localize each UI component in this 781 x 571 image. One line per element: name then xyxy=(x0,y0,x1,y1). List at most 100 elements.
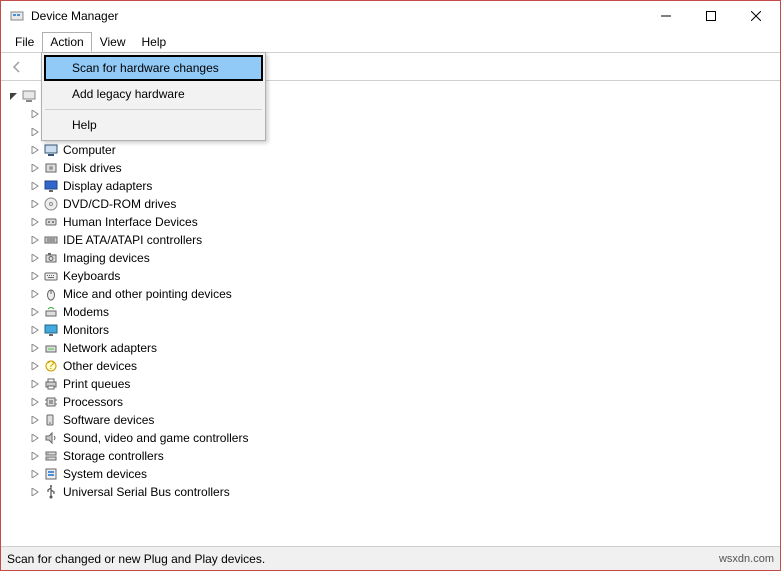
back-button[interactable] xyxy=(5,55,29,79)
action-dropdown: Scan for hardware changes Add legacy har… xyxy=(41,52,266,141)
chevron-right-icon[interactable] xyxy=(29,486,41,498)
tree-item[interactable]: Processors xyxy=(5,393,776,411)
chevron-right-icon[interactable] xyxy=(29,432,41,444)
chevron-right-icon[interactable] xyxy=(29,342,41,354)
keyboard-icon xyxy=(43,268,59,284)
tree-item-label: Software devices xyxy=(63,413,154,427)
tree-item-label: Disk drives xyxy=(63,161,122,175)
tree-item-label: Keyboards xyxy=(63,269,120,283)
network-icon xyxy=(43,340,59,356)
chevron-right-icon[interactable] xyxy=(29,396,41,408)
tree-item-label: System devices xyxy=(63,467,147,481)
chevron-right-icon[interactable] xyxy=(29,108,41,120)
tree-item[interactable]: Human Interface Devices xyxy=(5,213,776,231)
tree-item-label: Modems xyxy=(63,305,109,319)
tree-item-label: Imaging devices xyxy=(63,251,150,265)
chevron-right-icon[interactable] xyxy=(29,306,41,318)
tree-item[interactable]: ? Other devices xyxy=(5,357,776,375)
tree-item[interactable]: Modems xyxy=(5,303,776,321)
tree-item-label: Network adapters xyxy=(63,341,157,355)
chevron-right-icon[interactable] xyxy=(29,234,41,246)
tree-item-label: Universal Serial Bus controllers xyxy=(63,485,230,499)
tree-item[interactable]: Monitors xyxy=(5,321,776,339)
chevron-right-icon[interactable] xyxy=(29,378,41,390)
tree-item[interactable]: Universal Serial Bus controllers xyxy=(5,483,776,501)
printer-icon xyxy=(43,376,59,392)
tree-item-label: Display adapters xyxy=(63,179,152,193)
chevron-right-icon[interactable] xyxy=(29,144,41,156)
tree-item-label: IDE ATA/ATAPI controllers xyxy=(63,233,202,247)
chevron-right-icon[interactable] xyxy=(29,252,41,264)
chevron-right-icon[interactable] xyxy=(29,468,41,480)
chevron-right-icon[interactable] xyxy=(29,450,41,462)
menu-file[interactable]: File xyxy=(7,32,42,52)
tree-item[interactable]: DVD/CD-ROM drives xyxy=(5,195,776,213)
tree-item[interactable]: Sound, video and game controllers xyxy=(5,429,776,447)
chevron-right-icon[interactable] xyxy=(29,270,41,282)
storage-icon xyxy=(43,448,59,464)
tree-item-label: Print queues xyxy=(63,377,130,391)
tree-item[interactable]: Software devices xyxy=(5,411,776,429)
close-button[interactable] xyxy=(733,2,778,30)
other-icon: ? xyxy=(43,358,59,374)
menu-view[interactable]: View xyxy=(92,32,134,52)
device-tree[interactable]: BatteriesBluetoothComputerDisk drivesDis… xyxy=(5,83,776,538)
expander-icon[interactable] xyxy=(7,90,19,102)
chevron-right-icon[interactable] xyxy=(29,126,41,138)
tree-item-label: Storage controllers xyxy=(63,449,164,463)
titlebar: Device Manager xyxy=(1,1,780,31)
software-icon xyxy=(43,412,59,428)
chevron-right-icon[interactable] xyxy=(29,360,41,372)
camera-icon xyxy=(43,250,59,266)
tree-item[interactable]: Storage controllers xyxy=(5,447,776,465)
tree-item[interactable]: Network adapters xyxy=(5,339,776,357)
modem-icon xyxy=(43,304,59,320)
dvd-icon xyxy=(43,196,59,212)
menu-action[interactable]: Action xyxy=(42,32,91,52)
usb-icon xyxy=(43,484,59,500)
chevron-right-icon[interactable] xyxy=(29,180,41,192)
tree-item-label: Mice and other pointing devices xyxy=(63,287,232,301)
app-icon xyxy=(9,8,25,24)
menubar: File Action View Help xyxy=(1,31,780,53)
sound-icon xyxy=(43,430,59,446)
hid-icon xyxy=(43,214,59,230)
tree-item-label: Computer xyxy=(63,143,116,157)
tree-item[interactable]: System devices xyxy=(5,465,776,483)
chevron-right-icon[interactable] xyxy=(29,216,41,228)
chevron-right-icon[interactable] xyxy=(29,288,41,300)
tree-item[interactable]: IDE ATA/ATAPI controllers xyxy=(5,231,776,249)
tree-item[interactable]: Imaging devices xyxy=(5,249,776,267)
window-title: Device Manager xyxy=(31,9,118,23)
monitor-icon xyxy=(43,322,59,338)
tree-item[interactable]: Mice and other pointing devices xyxy=(5,285,776,303)
tree-item[interactable]: Computer xyxy=(5,141,776,159)
tree-item[interactable]: Disk drives xyxy=(5,159,776,177)
mouse-icon xyxy=(43,286,59,302)
chevron-right-icon[interactable] xyxy=(29,198,41,210)
status-text: Scan for changed or new Plug and Play de… xyxy=(7,552,265,566)
tree-item[interactable]: Keyboards xyxy=(5,267,776,285)
tree-item-label: Sound, video and game controllers xyxy=(63,431,248,445)
menu-scan-hardware[interactable]: Scan for hardware changes xyxy=(44,55,263,81)
chevron-right-icon[interactable] xyxy=(29,324,41,336)
tree-item[interactable]: Print queues xyxy=(5,375,776,393)
minimize-button[interactable] xyxy=(643,2,688,30)
ide-icon xyxy=(43,232,59,248)
tree-item[interactable]: Display adapters xyxy=(5,177,776,195)
tree-item-label: Processors xyxy=(63,395,123,409)
tree-item-label: Other devices xyxy=(63,359,137,373)
tree-item-label: Monitors xyxy=(63,323,109,337)
tree-item-label: Human Interface Devices xyxy=(63,215,198,229)
maximize-button[interactable] xyxy=(688,2,733,30)
computer-icon xyxy=(43,142,59,158)
chevron-right-icon[interactable] xyxy=(29,414,41,426)
menu-action-help[interactable]: Help xyxy=(44,112,263,138)
svg-text:?: ? xyxy=(48,359,55,372)
tree-item-label: DVD/CD-ROM drives xyxy=(63,197,176,211)
menu-help[interactable]: Help xyxy=(134,32,175,52)
menu-add-legacy[interactable]: Add legacy hardware xyxy=(44,81,263,107)
chevron-right-icon[interactable] xyxy=(29,162,41,174)
menu-separator xyxy=(45,109,262,110)
computer-root-icon xyxy=(21,88,37,104)
